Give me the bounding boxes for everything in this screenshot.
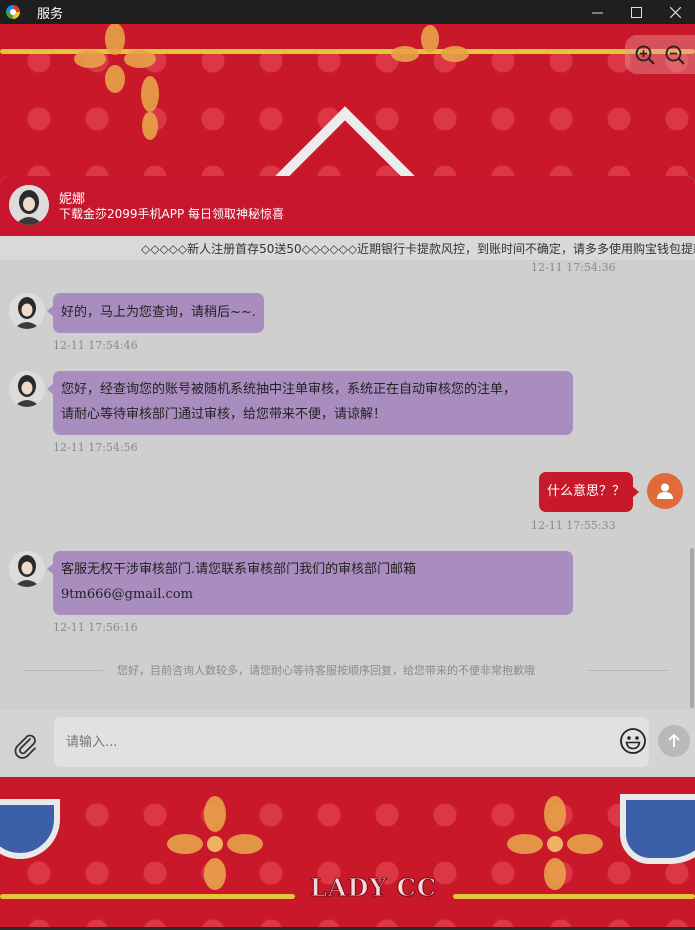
message-timestamp: 12-11 17:55:33	[531, 519, 616, 532]
decor-shape-right	[620, 794, 695, 864]
smiley-icon[interactable]	[619, 727, 647, 755]
zoom-out-icon	[665, 45, 685, 65]
window-titlebar: 服务	[0, 0, 695, 24]
incoming-message-bubble: 好的，马上为您查询，请稍后~~.	[47, 293, 264, 333]
composer-bar	[0, 710, 695, 777]
flower-ornament	[141, 76, 159, 140]
message-text-line: 您好，经查询您的账号被随机系统抽中注单审核，系统正在自动审核您的注单，	[61, 382, 517, 397]
zoom-in-button[interactable]	[634, 44, 656, 66]
agent-photo	[9, 293, 45, 329]
message-input[interactable]	[66, 717, 606, 767]
window-title: 服务	[37, 6, 64, 22]
marquee-text: ◇◇◇◇◇新人注册首存50送50◇◇◇◇◇◇近期银行卡提款风控，到账时间不确定，…	[141, 242, 695, 256]
minimize-icon	[592, 12, 603, 13]
message-text-line: 客服无权干涉审核部门.请您联系审核部门我们的审核部门邮箱	[61, 562, 417, 577]
flower-ornament	[507, 796, 603, 890]
flower-ornament	[391, 25, 469, 62]
email-address[interactable]: 9tm666@gmail.com	[61, 582, 565, 607]
announcement-marquee: ◇◇◇◇◇新人注册首存50送50◇◇◇◇◇◇近期银行卡提款风控，到账时间不确定，…	[0, 236, 695, 260]
system-notice: 您好，目前咨询人数较多，请您耐心等待客服按顺序回复，给您带来的不便非常抱歉哦	[117, 664, 535, 677]
incoming-message-bubble: 客服无权干涉审核部门.请您联系审核部门我们的审核部门邮箱 9tm666@gmai…	[47, 551, 573, 615]
message-text: 好的，马上为您查询，请稍后~~.	[61, 305, 256, 320]
gold-stripe-bottom-right	[453, 894, 695, 899]
agent-subtitle: 下载金莎2099手机APP 每日领取神秘惊喜	[59, 207, 285, 221]
message-text-line: 请耐心等待审核部门通过审核，给您带来不便，请谅解！	[61, 407, 387, 422]
user-avatar	[647, 473, 683, 509]
flower-ornament	[167, 796, 263, 890]
message-input-box	[54, 717, 649, 767]
gold-stripe-bottom-left	[0, 894, 295, 899]
message-timestamp: 12-11 17:56:16	[53, 621, 138, 634]
agent-avatar	[9, 293, 45, 329]
attach-button[interactable]	[9, 729, 41, 761]
paperclip-icon	[14, 734, 36, 759]
arrow-up-icon	[668, 733, 680, 747]
outgoing-message-bubble: 什么意思？？	[539, 472, 640, 512]
agent-avatar	[9, 371, 45, 407]
message-timestamp: 12-11 17:54:56	[53, 441, 138, 454]
divider-line-left	[23, 670, 103, 671]
close-button[interactable]	[656, 0, 695, 24]
agent-photo	[9, 551, 45, 587]
close-icon	[670, 6, 681, 18]
incoming-message-bubble: 您好，经查询您的账号被随机系统抽中注单审核，系统正在自动审核您的注单， 请耐心等…	[47, 371, 573, 435]
chat-header: 妮娜 下载金莎2099手机APP 每日领取神秘惊喜	[0, 176, 695, 236]
message-list: 12-11 17:54:36 好的，马上为您查询，请稍后~~. 12-11 17…	[0, 260, 695, 707]
agent-avatar	[9, 551, 45, 587]
chat-panel: 妮娜 下载金莎2099手机APP 每日领取神秘惊喜 ◇◇◇◇◇新人注册首存50送…	[0, 176, 695, 777]
zoom-controls	[625, 35, 695, 74]
agent-avatar	[9, 185, 49, 225]
zoom-in-icon	[635, 45, 655, 65]
user-icon	[657, 483, 673, 499]
maximize-button[interactable]	[617, 0, 656, 24]
divider-line-right	[588, 670, 668, 671]
message-timestamp: 12-11 17:54:36	[531, 261, 616, 274]
app-icon	[6, 5, 20, 19]
minimize-button[interactable]	[578, 0, 617, 24]
brand-logo: LADY CC	[310, 873, 437, 903]
message-timestamp: 12-11 17:54:46	[53, 339, 138, 352]
window-controls	[578, 0, 695, 24]
scrollbar-thumb[interactable]	[690, 548, 694, 708]
maximize-icon	[631, 6, 642, 18]
send-button[interactable]	[658, 725, 690, 757]
agent-photo	[9, 371, 45, 407]
agent-photo	[9, 185, 49, 225]
message-text: 什么意思？？	[547, 484, 626, 499]
zoom-out-button[interactable]	[664, 44, 686, 66]
